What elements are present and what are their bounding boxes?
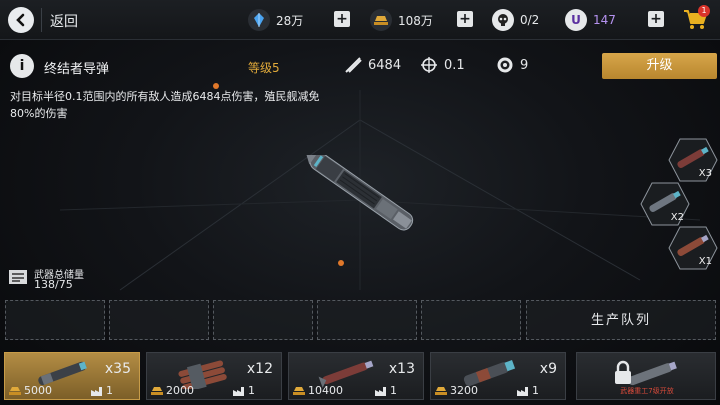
gold-value: 108万: [398, 13, 433, 28]
gold-bar-icon: [370, 9, 392, 31]
gold-bar-icon: [293, 386, 305, 395]
back-label[interactable]: 返回: [50, 11, 78, 31]
inventory-multiplier: x13: [388, 361, 415, 377]
gold-bar-icon: [435, 386, 447, 395]
inventory-multiplier: x35: [104, 361, 131, 377]
inventory-cost: 2000: [151, 384, 194, 397]
cart-badge: 1: [698, 5, 710, 17]
side-ammo-item[interactable]: X2: [640, 182, 690, 226]
queue-slot[interactable]: [109, 300, 209, 340]
inventory-multiplier: x9: [539, 361, 557, 377]
upgrade-button[interactable]: 升级: [602, 53, 717, 79]
inventory-level: 1: [233, 384, 255, 397]
queue-slot[interactable]: [213, 300, 313, 340]
inventory-slot[interactable]: x35 5000 1: [4, 352, 140, 400]
damage-stat: 6484: [344, 56, 401, 74]
inventory-level: 1: [375, 384, 397, 397]
weapon-name: 终结者导弹: [44, 62, 110, 77]
lock-requirement-text: 武器重工7级开放: [620, 387, 674, 395]
side-ammo-item[interactable]: X3: [668, 138, 718, 182]
gold-bar-icon: [9, 386, 21, 395]
inventory-cost: 10400: [293, 384, 343, 397]
u-token-value: 147: [593, 13, 616, 27]
side-ammo-item[interactable]: X1: [668, 226, 718, 270]
skull-icon: [492, 9, 514, 31]
queue-slot[interactable]: [317, 300, 417, 340]
locked-weapon-thumbnail-icon: [615, 360, 677, 386]
skull-value: 0/2: [520, 13, 540, 27]
add-u-token-button[interactable]: +: [648, 11, 664, 27]
shop-cart-button[interactable]: 1: [682, 5, 710, 33]
inventory-slot[interactable]: x13 10400 1: [288, 352, 424, 400]
gold-resource: 108万: [370, 8, 433, 32]
inventory-level: 1: [517, 384, 539, 397]
gold-bar-icon: [151, 386, 163, 395]
crystal-icon: [248, 9, 270, 31]
top-bar: 返回 28万 + 108万 + 0/2 U 147 + 1: [0, 0, 720, 40]
storage-icon: [9, 270, 27, 284]
inventory-multiplier: x12: [246, 361, 273, 377]
ammo-disc-icon: [497, 57, 513, 73]
inventory-slot[interactable]: x12 2000 1: [146, 352, 282, 400]
side-ammo-count: X2: [670, 212, 684, 223]
game-screen: 返回 28万 + 108万 + 0/2 U 147 + 1 i 终结者导弹 等级…: [0, 0, 720, 405]
add-crystal-button[interactable]: +: [334, 11, 350, 27]
header-divider: [41, 8, 42, 32]
radius-stat: 0.1: [420, 56, 465, 74]
storage-value: 138/75: [34, 278, 73, 291]
u-token-icon: U: [565, 9, 587, 31]
side-ammo-count: X1: [698, 256, 712, 267]
add-gold-button[interactable]: +: [457, 11, 473, 27]
factory-icon: [91, 386, 102, 396]
chevron-left-icon: [16, 13, 25, 27]
missile-model: [305, 155, 414, 231]
u-token-resource: U 147: [565, 8, 616, 32]
inventory-slot[interactable]: x9 3200 1: [430, 352, 566, 400]
back-button[interactable]: [8, 7, 34, 33]
ammo-value: 9: [520, 57, 529, 73]
side-ammo-count: X3: [698, 168, 712, 179]
info-icon[interactable]: i: [10, 54, 34, 78]
crystal-value: 28万: [276, 13, 304, 28]
ammo-stat: 9: [496, 56, 528, 74]
inventory-slot-locked[interactable]: 武器重工7级开放: [576, 352, 716, 400]
skull-resource: 0/2: [492, 8, 539, 32]
production-queue-label: 生产队列: [526, 300, 716, 340]
radius-value: 0.1: [444, 57, 465, 73]
factory-icon: [517, 386, 528, 396]
inventory-level: 1: [91, 384, 113, 397]
factory-icon: [233, 386, 244, 396]
factory-icon: [375, 386, 386, 396]
missiles-icon: [345, 57, 362, 73]
crystal-resource: 28万: [248, 8, 303, 32]
queue-slot[interactable]: [421, 300, 521, 340]
queue-slot[interactable]: [5, 300, 105, 340]
weapon-level: 等级5: [248, 61, 280, 75]
damage-value: 6484: [368, 57, 402, 73]
crosshair-icon: [421, 57, 437, 73]
inventory-cost: 3200: [435, 384, 478, 397]
inventory-cost: 5000: [9, 384, 52, 397]
